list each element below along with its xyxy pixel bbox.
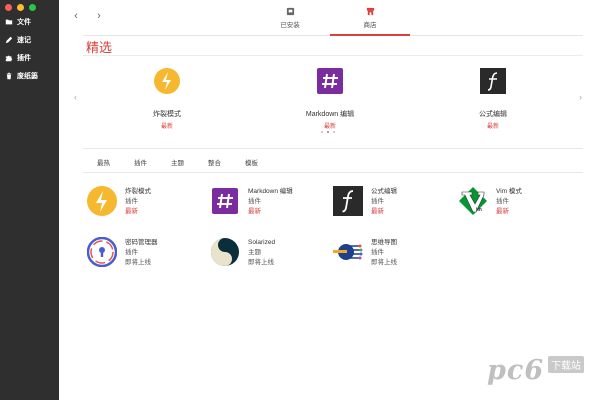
keyhole-icon <box>87 237 117 267</box>
plugin-card[interactable]: im Vim 模式 插件 最新 <box>458 186 578 220</box>
plugin-name: 炸裂模式 <box>125 188 151 195</box>
lightning-icon <box>154 68 180 94</box>
store-icon <box>366 7 374 16</box>
folder-icon <box>4 18 13 27</box>
active-tab-indicator <box>330 34 410 36</box>
sidebar-item-plugins[interactable]: 插件 <box>0 49 59 67</box>
app-window: 文件 速记 插件 废纸篓 ‹ › 已安装 商店 精选 ‹ › 炸裂模式 最新 M… <box>0 0 600 400</box>
back-button[interactable]: ‹ <box>71 9 81 23</box>
tab-label: 商店 <box>363 22 377 29</box>
plugin-status: 即将上线 <box>248 259 274 266</box>
plugin-status: 即将上线 <box>371 259 397 266</box>
sidebar-item-label: 插件 <box>17 55 31 62</box>
plugin-card[interactable]: 公式编辑 插件 最新 <box>333 186 453 220</box>
plugin-type: 主题 <box>248 249 261 256</box>
filter-divider-top <box>83 148 583 149</box>
sidebar-item-files[interactable]: 文件 <box>0 13 59 31</box>
carousel-dot-active[interactable] <box>327 131 329 133</box>
carousel-pagination <box>321 131 335 133</box>
minimize-window-button[interactable] <box>17 4 24 11</box>
watermark-subtitle: 下载站 <box>548 356 584 373</box>
plugin-status: 最新 <box>125 208 138 215</box>
plugin-name: 公式编辑 <box>371 188 397 195</box>
svg-text:im: im <box>476 207 482 213</box>
featured-status: 最新 <box>160 124 173 130</box>
plugin-type: 插件 <box>125 198 138 205</box>
sidebar-item-label: 文件 <box>17 19 31 26</box>
plugin-type: 插件 <box>496 198 509 205</box>
plugin-name: Vim 模式 <box>496 188 522 195</box>
sidebar-item-notes[interactable]: 速记 <box>0 31 59 49</box>
plugin-card[interactable]: Markdown 编辑 插件 最新 <box>210 186 330 220</box>
plugin-type: 插件 <box>248 198 261 205</box>
sidebar-item-label: 速记 <box>17 37 31 44</box>
sidebar-nav: 文件 速记 插件 废纸篓 <box>0 13 59 85</box>
category-filters: 最热 插件 主题 整合 模板 <box>97 157 282 167</box>
featured-name: Markdown 编辑 <box>305 111 355 118</box>
plugin-type: 插件 <box>371 249 384 256</box>
plugin-status: 即将上线 <box>125 259 151 266</box>
pencil-icon <box>4 36 13 45</box>
plugin-type: 插件 <box>371 198 384 205</box>
featured-item[interactable]: 公式编辑 最新 <box>458 68 528 130</box>
filter-templates[interactable]: 模板 <box>245 157 282 167</box>
lightning-icon <box>87 186 117 216</box>
sidebar-item-label: 废纸篓 <box>17 73 38 80</box>
plugin-card[interactable]: 密码管理器 插件 即将上线 <box>87 237 207 271</box>
formula-icon <box>480 68 506 94</box>
plugin-card[interactable]: 炸裂模式 插件 最新 <box>87 186 207 220</box>
maximize-window-button[interactable] <box>29 4 36 11</box>
featured-status: 最新 <box>486 124 499 130</box>
vim-icon: im <box>459 187 487 215</box>
plugin-type: 插件 <box>125 249 138 256</box>
plugin-card[interactable]: 思维导图 插件 即将上线 <box>333 237 453 271</box>
mindmap-icon <box>333 244 363 260</box>
forward-button[interactable]: › <box>94 9 104 23</box>
plugin-status: 最新 <box>248 208 261 215</box>
trash-icon <box>4 72 13 81</box>
featured-status: 最新 <box>323 124 336 130</box>
featured-item[interactable]: 炸裂模式 最新 <box>132 68 202 130</box>
filter-integrations[interactable]: 整合 <box>208 157 245 167</box>
formula-icon <box>333 186 363 216</box>
section-title: 精选 <box>86 40 113 55</box>
tab-store[interactable]: 商店 <box>330 7 410 35</box>
hash-icon <box>212 188 238 214</box>
tab-installed[interactable]: 已安装 <box>250 7 330 35</box>
filter-themes[interactable]: 主题 <box>171 157 208 167</box>
carousel-next-button[interactable]: › <box>579 92 582 102</box>
carousel-dot[interactable] <box>333 131 335 133</box>
filter-plugins[interactable]: 插件 <box>134 157 171 167</box>
carousel-prev-button[interactable]: ‹ <box>74 92 77 102</box>
carousel-dot[interactable] <box>321 131 323 133</box>
section-divider <box>83 55 583 56</box>
plugin-name: Markdown 编辑 <box>248 188 293 195</box>
plugin-name: 思维导图 <box>371 239 397 246</box>
featured-item[interactable]: Markdown 编辑 最新 <box>295 68 365 130</box>
tab-label: 已安装 <box>280 22 300 29</box>
filter-divider-bottom <box>83 172 583 173</box>
plugin-name: Solarized <box>248 239 276 246</box>
installed-box-icon <box>286 7 294 16</box>
close-window-button[interactable] <box>5 4 12 11</box>
window-controls <box>5 4 36 11</box>
featured-name: 炸裂模式 <box>153 111 181 118</box>
sidebar: 文件 速记 插件 废纸篓 <box>0 0 59 400</box>
filter-hot[interactable]: 最热 <box>97 157 134 167</box>
plugin-status: 最新 <box>496 208 509 215</box>
plugin-status: 最新 <box>371 208 384 215</box>
hash-icon <box>317 68 343 94</box>
plugin-card[interactable]: Solarized 主题 即将上线 <box>210 237 330 271</box>
puzzle-icon <box>4 54 13 63</box>
featured-name: 公式编辑 <box>479 111 507 118</box>
yin-yang-icon <box>211 238 239 266</box>
sidebar-item-trash[interactable]: 废纸篓 <box>0 67 59 85</box>
plugin-name: 密码管理器 <box>125 239 158 246</box>
watermark-logo: pc6 <box>487 355 545 386</box>
